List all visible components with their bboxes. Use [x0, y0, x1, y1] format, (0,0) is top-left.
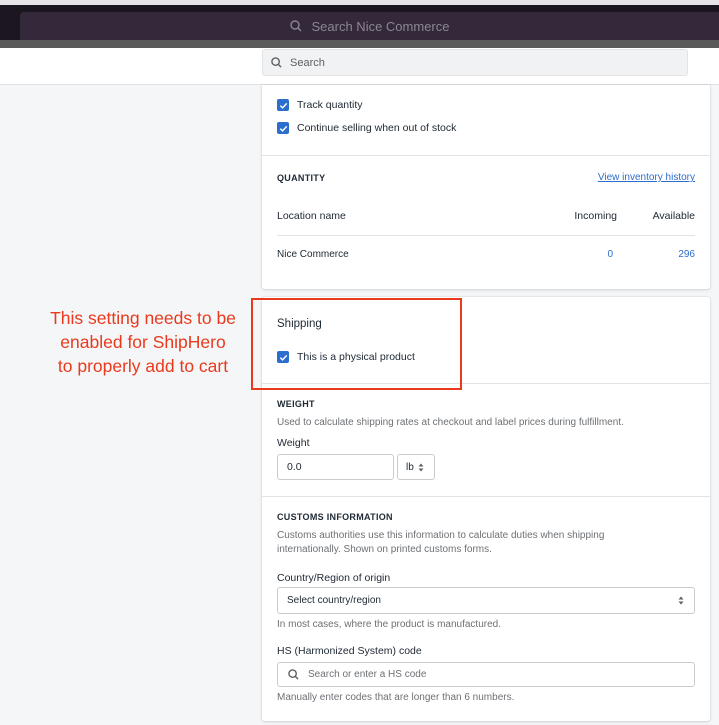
divider — [262, 155, 710, 156]
search-icon — [288, 669, 299, 680]
search-input[interactable]: Search — [262, 49, 688, 76]
check-icon — [277, 122, 289, 134]
weight-label: Weight — [277, 437, 310, 449]
track-quantity-label: Track quantity — [297, 99, 363, 111]
row-incoming[interactable]: 0 — [607, 249, 613, 260]
browser-stripe — [0, 0, 719, 5]
hs-code-placeholder: Search or enter a HS code — [308, 669, 427, 680]
track-quantity-checkbox[interactable]: Track quantity — [277, 99, 363, 111]
weight-input[interactable]: 0.0 — [277, 454, 394, 480]
inventory-card: Track quantity Continue selling when out… — [262, 85, 710, 289]
quantity-heading: QUANTITY — [277, 173, 326, 183]
weight-heading: WEIGHT — [277, 399, 315, 409]
annotation-line-3: to properly add to cart — [57, 356, 229, 376]
row-available[interactable]: 296 — [678, 249, 695, 260]
origin-select[interactable]: Select country/region — [277, 587, 695, 614]
column-available: Available — [652, 210, 695, 222]
separator-bar — [0, 40, 719, 48]
origin-label: Country/Region of origin — [277, 572, 391, 584]
hs-label: HS (Harmonized System) code — [277, 645, 422, 657]
divider — [262, 496, 710, 497]
annotation-line-1: This setting needs to be — [50, 308, 236, 328]
highlight-box — [251, 298, 462, 390]
hs-help: Manually enter codes that are longer tha… — [277, 692, 515, 703]
check-icon — [277, 99, 289, 111]
origin-selected: Select country/region — [287, 595, 381, 606]
weight-unit-select[interactable]: lb — [397, 454, 435, 480]
divider — [277, 235, 695, 236]
global-search[interactable]: Search Nice Commerce — [20, 12, 719, 40]
annotation-text: This setting needs to be enabled for Shi… — [30, 306, 256, 378]
select-arrows-icon — [418, 463, 424, 472]
weight-unit-value: lb — [406, 461, 414, 473]
row-location: Nice Commerce — [277, 249, 349, 260]
continue-selling-checkbox[interactable]: Continue selling when out of stock — [277, 122, 456, 134]
origin-help: In most cases, where the product is manu… — [277, 619, 501, 630]
search-placeholder: Search — [290, 56, 325, 69]
hs-code-input[interactable]: Search or enter a HS code — [277, 662, 695, 687]
weight-value: 0.0 — [287, 461, 302, 473]
search-icon — [289, 20, 302, 32]
customs-heading: CUSTOMS INFORMATION — [277, 512, 393, 522]
column-incoming: Incoming — [574, 210, 617, 222]
annotation-line-2: enabled for ShipHero — [60, 332, 226, 352]
continue-selling-label: Continue selling when out of stock — [297, 122, 457, 134]
customs-help: Customs authorities use this information… — [277, 530, 605, 555]
view-inventory-history-link[interactable]: View inventory history — [598, 172, 695, 183]
select-arrows-icon — [678, 596, 684, 605]
global-search-placeholder: Search Nice Commerce — [311, 18, 450, 34]
search-icon — [271, 57, 282, 68]
weight-help: Used to calculate shipping rates at chec… — [277, 417, 624, 428]
column-location-name: Location name — [277, 210, 346, 222]
